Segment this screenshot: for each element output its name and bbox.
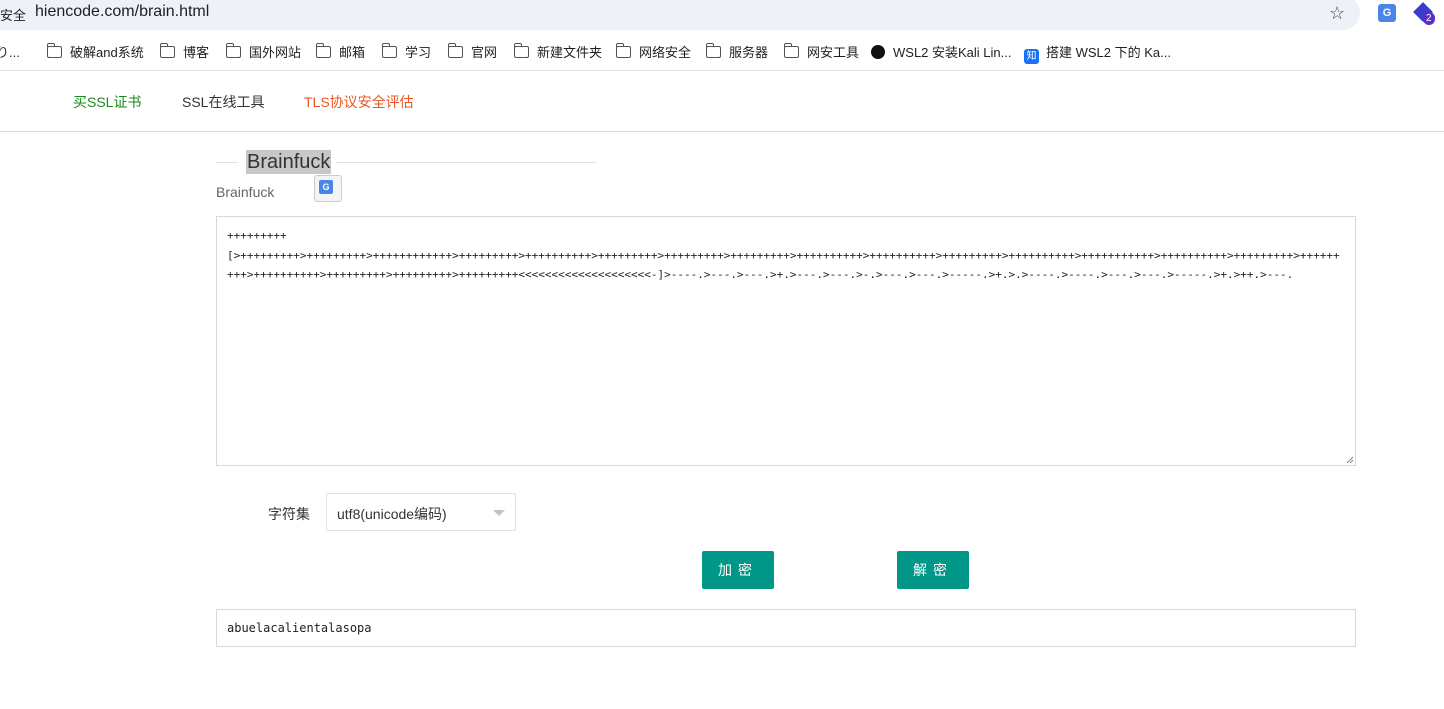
bookmarks-bar: り... 破解and系统 博客 国外网站 邮箱 学习 官网 新建文件夹 网络安全…	[0, 38, 1444, 64]
charset-label: 字符集	[268, 506, 310, 522]
bookmark-folder[interactable]: 博客	[159, 42, 210, 61]
bookmark-label: 官网	[471, 45, 498, 60]
result-output-field[interactable]: abuelacalientalasopa	[216, 609, 1356, 647]
folder-icon	[381, 43, 397, 58]
bookmark-folder[interactable]: 服务器	[705, 42, 769, 61]
bookmark-label: 国外网站	[249, 45, 302, 60]
bookmark-label: 博客	[183, 45, 210, 60]
bookmark-folder[interactable]: 破解and系统	[46, 42, 144, 61]
bookmark-label: 新建文件夹	[537, 45, 603, 60]
bookmark-folder[interactable]: 邮箱	[315, 42, 366, 61]
security-indicator[interactable]: 安全	[0, 5, 26, 24]
folder-icon	[447, 43, 463, 58]
bookmark-link[interactable]: 知搭建 WSL2 下的 Ka...	[1024, 42, 1171, 64]
nav-buy-ssl[interactable]: 买SSL证书	[73, 92, 141, 112]
code-input-text: +++++++++ [>+++++++++>+++++++++>++++++++…	[227, 229, 1340, 281]
bookmark-folder[interactable]: 官网	[447, 42, 498, 61]
bookmark-folder[interactable]: 新建文件夹	[513, 42, 603, 61]
bookmark-label: 搭建 WSL2 下的 Ka...	[1046, 45, 1171, 60]
folder-icon	[225, 43, 241, 58]
bookmark-label: 网络安全	[639, 45, 692, 60]
bookmark-label: WSL2 安装Kali Lin...	[893, 45, 1012, 60]
translate-popup-button[interactable]: G	[314, 175, 342, 202]
bookmark-star-icon[interactable]: ☆	[1329, 3, 1345, 24]
charset-selected-value: utf8(unicode编码)	[337, 506, 447, 522]
folder-icon	[513, 43, 529, 58]
bookmark-label: り...	[0, 45, 20, 60]
bookmark-label: 邮箱	[339, 45, 366, 60]
kali-icon	[871, 45, 885, 59]
folder-icon	[783, 43, 799, 58]
address-bar-row: 安全 hiencode.com/brain.html ☆ G 2	[0, 0, 1444, 30]
bookmark-label: 破解and系统	[70, 45, 144, 60]
code-input-textarea[interactable]: +++++++++ [>+++++++++>+++++++++>++++++++…	[216, 216, 1356, 466]
extension-badge: 2	[1423, 12, 1435, 25]
nav-ssl-tools[interactable]: SSL在线工具	[182, 92, 264, 112]
extension-icon[interactable]: 2	[1413, 2, 1435, 25]
page-title: Brainfuck	[246, 150, 332, 174]
fieldset-border	[336, 162, 596, 163]
google-translate-extension-icon[interactable]: G	[1378, 4, 1396, 22]
page-subtitle: Brainfuck	[216, 184, 275, 200]
resize-handle-icon[interactable]	[1346, 456, 1354, 464]
bookmark-label: 学习	[405, 45, 432, 60]
fieldset-border	[216, 162, 238, 163]
bookmark-folder[interactable]: 网络安全	[615, 42, 692, 61]
url-text[interactable]: hiencode.com/brain.html	[35, 3, 209, 21]
chevron-down-icon	[493, 510, 505, 516]
folder-icon	[705, 43, 721, 58]
encrypt-button[interactable]: 加密	[702, 551, 774, 589]
folder-icon	[315, 43, 331, 58]
bookmark-label: 网安工具	[807, 45, 860, 60]
bookmark-link[interactable]: WSL2 安装Kali Lin...	[871, 42, 1012, 61]
folder-icon	[46, 43, 62, 58]
bookmark-folder[interactable]: 学习	[381, 42, 432, 61]
decrypt-button[interactable]: 解密	[897, 551, 969, 589]
result-output-text: abuelacalientalasopa	[227, 621, 372, 635]
site-nav: 买SSL证书 SSL在线工具 TLS协议安全评估	[0, 71, 1444, 132]
folder-icon	[159, 43, 175, 58]
folder-icon	[615, 43, 631, 58]
google-translate-icon: G	[319, 180, 333, 194]
bookmark-label: 服务器	[729, 45, 769, 60]
charset-select[interactable]: utf8(unicode编码)	[326, 493, 516, 531]
zhihu-icon: 知	[1024, 49, 1039, 64]
bookmark-partial[interactable]: り...	[0, 42, 20, 61]
bookmark-folder[interactable]: 网安工具	[783, 42, 860, 61]
nav-tls-assessment[interactable]: TLS协议安全评估	[304, 92, 414, 112]
bookmark-folder[interactable]: 国外网站	[225, 42, 302, 61]
